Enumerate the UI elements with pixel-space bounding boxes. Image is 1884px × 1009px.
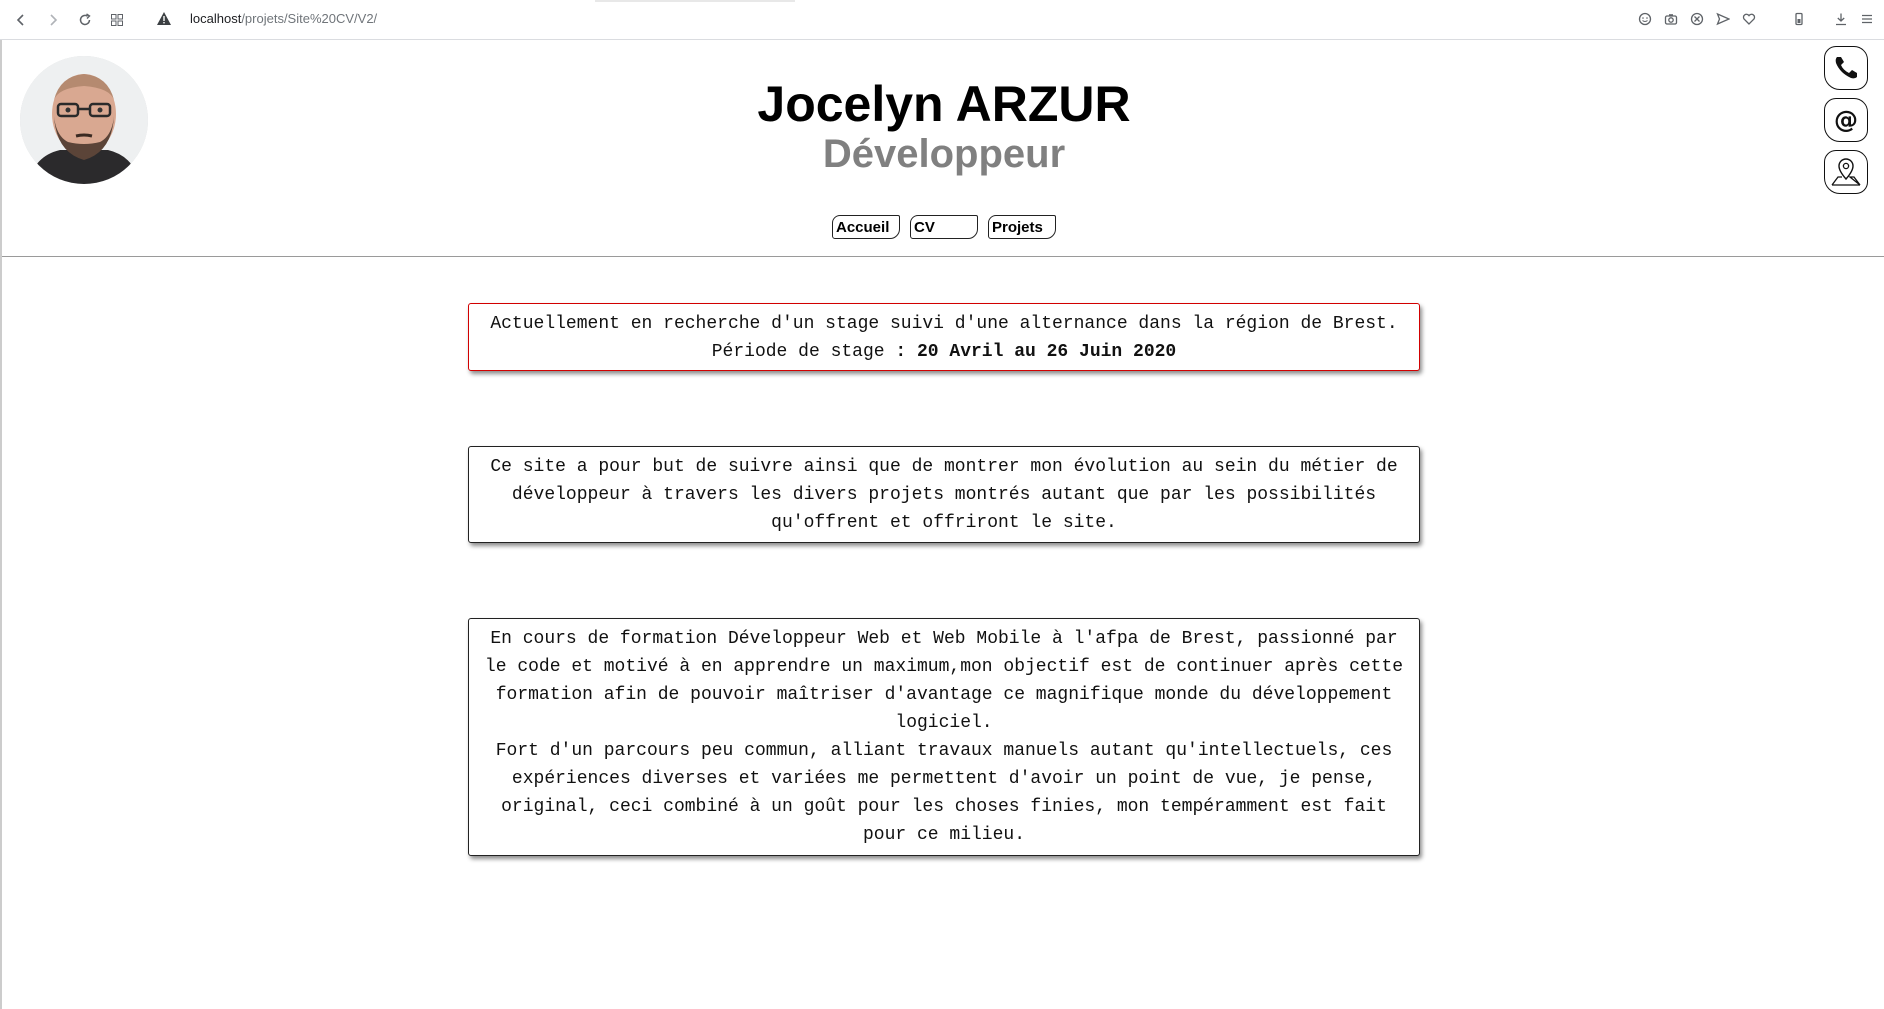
about-paragraph-2: Fort d'un parcours peu commun, alliant t… [495,741,1393,845]
nav-projets-button[interactable]: Projets [988,215,1056,239]
battery-icon[interactable] [1788,8,1810,30]
nav-cv-button[interactable]: CV [910,215,978,239]
camera-icon[interactable] [1660,8,1682,30]
about-card: En cours de formation Développeur Web et… [468,618,1420,856]
address-bar[interactable]: localhost/projets/Site%20CV/V2/ [190,11,377,26]
phone-icon[interactable] [1824,46,1868,90]
tab-indicator [595,0,795,2]
menu-icon[interactable] [1856,8,1878,30]
browser-toolbar: localhost/projets/Site%20CV/V2/ [0,0,1884,40]
at-icon[interactable]: @ [1824,98,1868,142]
page-title: Jocelyn ARZUR [757,76,1131,132]
block-icon[interactable] [1686,8,1708,30]
forward-icon[interactable] [42,9,64,31]
map-pin-icon[interactable] [1824,150,1868,194]
url-path: /projets/Site%20CV/V2/ [241,11,378,26]
header-divider [2,256,1884,257]
internship-notice: Actuellement en recherche d'un stage sui… [468,303,1420,371]
insecure-warning-icon[interactable] [156,11,172,31]
heart-icon[interactable] [1738,8,1760,30]
period-value: : 20 Avril au 26 Juin 2020 [895,342,1177,362]
at-symbol: @ [1834,106,1858,134]
about-paragraph-1: En cours de formation Développeur Web et… [484,629,1404,733]
reload-icon[interactable] [74,9,96,31]
page-header: Jocelyn ARZUR Développeur [2,76,1884,176]
page-subtitle: Développeur [822,132,1066,176]
download-icon[interactable] [1830,8,1852,30]
contact-links: @ [1824,46,1868,194]
notice-line: Actuellement en recherche d'un stage sui… [490,314,1398,334]
main-nav: Accueil CV Projets [2,215,1884,239]
send-icon[interactable] [1712,8,1734,30]
site-purpose-card: Ce site a pour but de suivre ainsi que d… [468,446,1420,543]
page-content: Jocelyn ARZUR Développeur Accueil CV Pro… [0,40,1884,1009]
back-icon[interactable] [10,9,32,31]
notice-period: Période de stage : 20 Avril au 26 Juin 2… [483,338,1405,366]
browser-actions [1634,8,1878,30]
emoji-icon[interactable] [1634,8,1656,30]
tabs-grid-icon[interactable] [106,9,128,31]
url-host: localhost [190,11,242,26]
period-label: Période de stage [711,342,885,362]
nav-accueil-button[interactable]: Accueil [832,215,900,239]
purpose-text: Ce site a pour but de suivre ainsi que d… [490,457,1398,533]
